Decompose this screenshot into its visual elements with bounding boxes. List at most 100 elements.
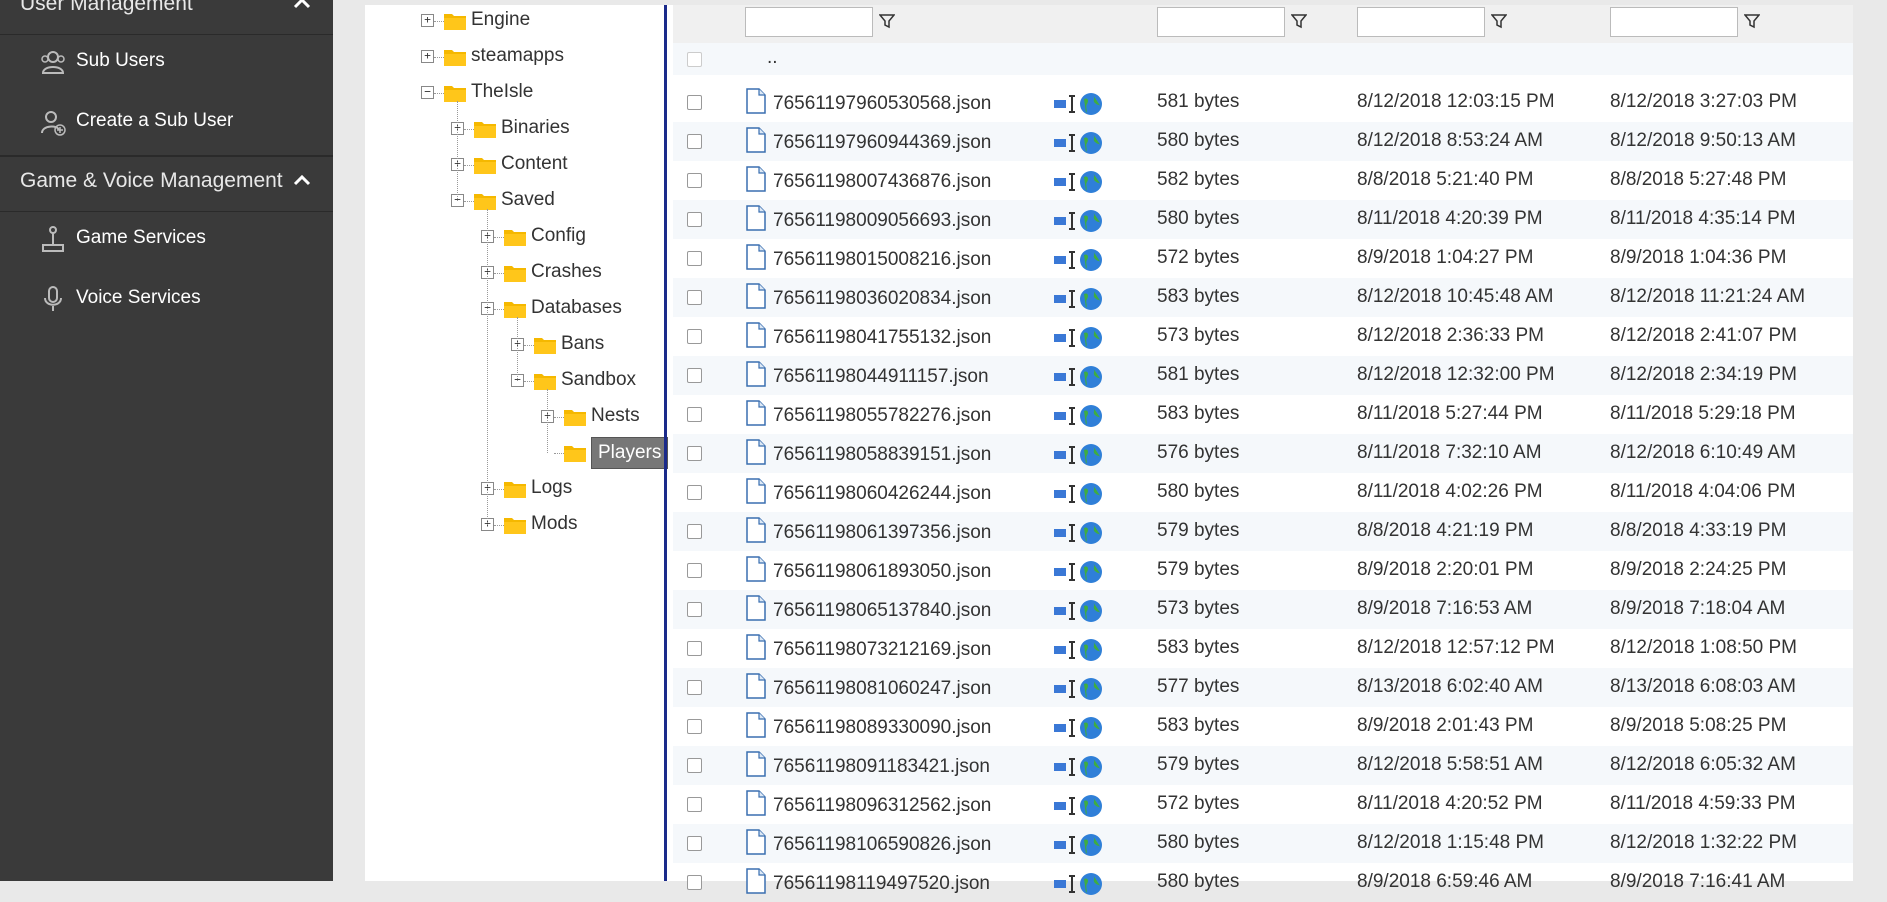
file-name[interactable]: 76561198009056693.json [773,210,991,232]
file-name[interactable]: 76561198061893050.json [773,561,991,583]
file-name[interactable]: 76561198065137840.json [773,600,991,622]
edit-file-icon[interactable] [1053,367,1077,387]
globe-icon[interactable] [1079,599,1103,623]
row-checkbox[interactable] [687,407,702,422]
globe-icon[interactable] [1079,872,1103,896]
table-row[interactable]: 76561198089330090.json 583 bytes 8/9/2018 … [673,707,1853,746]
sidebar-item-game-services[interactable]: Game Services [0,211,333,269]
row-checkbox[interactable] [687,134,702,149]
name-filter-input[interactable] [745,7,873,37]
tree-node-label[interactable]: Crashes [531,261,602,283]
row-checkbox[interactable] [687,485,702,500]
edit-file-icon[interactable] [1053,523,1077,543]
tree-node-label[interactable]: Databases [531,297,622,319]
table-row[interactable]: 76561198061397356.json 579 bytes 8/8/2018 … [673,512,1853,551]
edit-file-icon[interactable] [1053,484,1077,504]
tree-node-engine[interactable]: + Engine [421,7,665,37]
expand-icon[interactable]: + [421,14,434,27]
collapse-icon[interactable]: − [421,86,434,99]
edit-file-icon[interactable] [1053,328,1077,348]
row-checkbox[interactable] [687,563,702,578]
tree-node-steamapps[interactable]: + steamapps [421,43,665,73]
tree-node-label[interactable]: Binaries [501,117,570,139]
edit-file-icon[interactable] [1053,835,1077,855]
file-name[interactable]: 76561198119497520.json [773,873,990,895]
size-filter-input[interactable] [1157,7,1285,37]
edit-file-icon[interactable] [1053,718,1077,738]
tree-node-label[interactable]: Logs [531,477,572,499]
row-checkbox[interactable] [687,368,702,383]
edit-file-icon[interactable] [1053,757,1077,777]
tree-node-label[interactable]: Config [531,225,586,247]
globe-icon[interactable] [1079,131,1103,155]
tree-node-label[interactable]: Mods [531,513,577,535]
tree-node-logs[interactable]: + Logs [481,475,665,505]
file-name[interactable]: 76561198089330090.json [773,717,991,739]
tree-node-label[interactable]: TheIsle [471,81,533,103]
table-row[interactable]: 76561198044911157.json 581 bytes 8/12/2018… [673,356,1853,395]
table-row[interactable]: 76561198096312562.json 572 bytes 8/11/2018… [673,785,1853,824]
tree-node-label[interactable]: steamapps [471,45,564,67]
tree-node-label[interactable]: Saved [501,189,555,211]
file-name[interactable]: 76561197960944369.json [773,132,991,154]
tree-node-nests[interactable]: + Nests [541,403,665,433]
row-checkbox[interactable] [687,251,702,266]
globe-icon[interactable] [1079,365,1103,389]
table-row[interactable]: 76561198081060247.json 577 bytes 8/13/2018… [673,668,1853,707]
edit-file-icon[interactable] [1053,796,1077,816]
table-row[interactable]: 76561197960944369.json 580 bytes 8/12/2018… [673,122,1853,161]
table-row[interactable]: 76561198055782276.json 583 bytes 8/11/2018… [673,395,1853,434]
file-name[interactable]: 76561198007436876.json [773,171,991,193]
table-row[interactable]: 76561198106590826.json 580 bytes 8/12/2018… [673,824,1853,863]
edit-file-icon[interactable] [1053,250,1077,270]
row-checkbox[interactable] [687,212,702,227]
row-checkbox[interactable] [687,797,702,812]
modified-filter-input[interactable] [1610,7,1738,37]
file-name[interactable]: 76561198044911157.json [773,366,989,388]
row-checkbox[interactable] [687,758,702,773]
globe-icon[interactable] [1079,326,1103,350]
row-checkbox[interactable] [687,875,702,890]
edit-file-icon[interactable] [1053,562,1077,582]
row-checkbox[interactable] [687,446,702,461]
expand-icon[interactable]: + [421,50,434,63]
file-name[interactable]: 76561198058839151.json [773,444,991,466]
edit-file-icon[interactable] [1053,640,1077,660]
table-row[interactable]: 76561198007436876.json 582 bytes 8/8/2018 … [673,161,1853,200]
tree-node-databases[interactable]: − Databases [481,295,665,325]
row-checkbox[interactable] [687,290,702,305]
file-name[interactable]: 76561198061397356.json [773,522,991,544]
globe-icon[interactable] [1079,794,1103,818]
globe-icon[interactable] [1079,560,1103,584]
edit-file-icon[interactable] [1053,289,1077,309]
edit-file-icon[interactable] [1053,406,1077,426]
file-name[interactable]: 76561198091183421.json [773,756,990,778]
file-name[interactable]: 76561198106590826.json [773,834,991,856]
filter-icon[interactable] [1744,13,1760,29]
tree-node-content[interactable]: + Content [451,151,665,181]
edit-file-icon[interactable] [1053,874,1077,894]
globe-icon[interactable] [1079,443,1103,467]
globe-icon[interactable] [1079,92,1103,116]
globe-icon[interactable] [1079,833,1103,857]
file-name[interactable]: 76561198041755132.json [773,327,991,349]
row-checkbox[interactable] [687,641,702,656]
sidebar-item-voice-services[interactable]: Voice Services [0,271,333,329]
row-checkbox[interactable] [687,719,702,734]
table-row[interactable]: 76561198009056693.json 580 bytes 8/11/2018… [673,200,1853,239]
table-row[interactable]: 76561198041755132.json 573 bytes 8/12/2018… [673,317,1853,356]
row-checkbox[interactable] [687,95,702,110]
tree-node-label[interactable]: Bans [561,333,604,355]
sidebar-item-sub-users[interactable]: Sub Users [0,34,333,92]
file-name[interactable]: 76561198015008216.json [773,249,991,271]
file-name[interactable]: 76561198081060247.json [773,678,991,700]
file-name[interactable]: 76561197960530568.json [773,93,991,115]
tree-node-label[interactable]: Nests [591,405,640,427]
row-checkbox[interactable] [687,52,702,67]
globe-icon[interactable] [1079,638,1103,662]
sidebar-item-create-sub-user[interactable]: Create a Sub User [0,94,333,152]
tree-node-crashes[interactable]: + Crashes [481,259,665,289]
globe-icon[interactable] [1079,248,1103,272]
edit-file-icon[interactable] [1053,601,1077,621]
user-management-header[interactable]: User Management [0,0,333,35]
